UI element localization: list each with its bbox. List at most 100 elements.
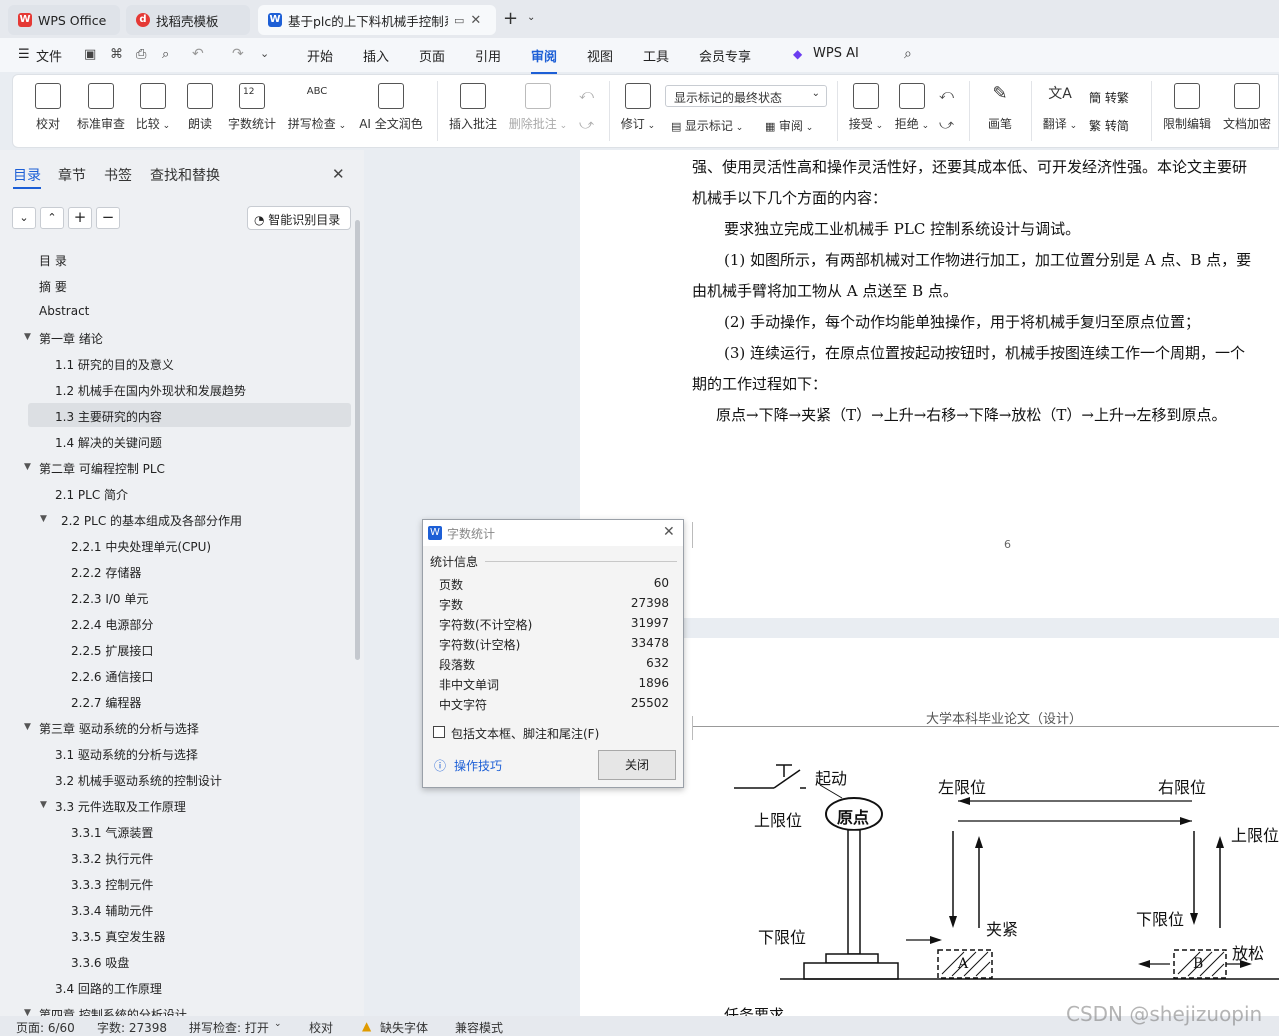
more-chevron-icon[interactable]: ⌄ [260,47,269,60]
menu-view[interactable]: 视图 [587,46,613,65]
menu-reference[interactable]: 引用 [475,46,501,65]
spell-check-indicator[interactable]: 拼写检查: 打开 [189,1019,269,1036]
document-page-7[interactable]: 大学本科毕业论文（设计） 起动 原点 上限位 下限位 左限位 右限位 夹紧 上限… [580,638,1279,1016]
save-icon[interactable]: ▣ [84,47,96,62]
tab-document[interactable]: W 基于plc的上下料机械手控制系 ▭ ✕ [258,5,496,35]
markup-mode-select[interactable]: 显示标记的最终状态 ⌄ [665,85,827,107]
expand-triangle-icon[interactable]: ▼ [24,332,31,342]
word-count-indicator[interactable]: 字数: 27398 [97,1019,167,1036]
hamburger-icon[interactable]: ☰ [18,47,30,62]
to-simplified-button[interactable]: 繁 转简 [1089,117,1129,134]
pen-button[interactable]: ✎ 画笔 [983,83,1017,132]
spell-check-button[interactable]: ABC 拼写检查 ⌄ [287,83,347,132]
toc-item-selected[interactable]: 1.3 主要研究的内容 [55,408,162,425]
print-icon[interactable]: ⎙ [136,47,146,62]
document-page-6[interactable]: 强、使用灵活性高和操作灵活性好，还要其成本低、可开发经济性强。本论文主要研 机械… [580,150,1279,618]
chevron-down-icon[interactable]: ⌄ [527,12,535,23]
menu-start[interactable]: 开始 [307,46,333,65]
chevron-down-icon[interactable]: ⌄ [274,1019,282,1029]
tab-bookmarks[interactable]: 书签 [104,165,132,185]
page-indicator[interactable]: 页面: 6/60 [16,1019,75,1036]
close-pane-icon[interactable]: ✕ [332,165,345,183]
toc-item[interactable]: 摘 要 [39,278,67,295]
expand-triangle-icon[interactable]: ▼ [24,722,31,732]
tab-toc[interactable]: 目录 [13,165,41,185]
undo-icon[interactable]: ↶ [192,46,204,62]
toc-item[interactable]: 3.3.5 真空发生器 [71,928,165,945]
insert-comment-button[interactable]: 插入批注 [447,83,499,132]
print-preview-icon[interactable]: ⌕ [162,47,169,62]
toc-item[interactable]: 第三章 驱动系统的分析与选择 [39,720,199,737]
close-tab-icon[interactable]: ✕ [470,13,481,28]
toc-item[interactable]: 目 录 [39,252,67,269]
toc-item[interactable]: 1.4 解决的关键问题 [55,434,162,451]
prev-change-icon[interactable]: ⤺ [939,87,954,103]
standard-review-button[interactable]: 标准审查 [75,83,127,132]
proofread-indicator[interactable]: 校对 [309,1019,333,1036]
translate-button[interactable]: 文A 翻译 ⌄ [1041,83,1079,132]
screen-icon[interactable]: ▭ [454,14,464,27]
toc-item[interactable]: 1.2 机械手在国内外现状和发展趋势 [55,382,246,399]
track-changes-button[interactable]: 修订 ⌄ [619,83,657,132]
menu-insert[interactable]: 插入 [363,46,389,65]
tab-chapters[interactable]: 章节 [58,165,86,185]
menu-review[interactable]: 审阅 [531,46,558,74]
smart-toc-button[interactable]: ◔ 智能识别目录 [247,206,351,230]
toc-item[interactable]: 2.2.4 电源部分 [71,616,153,633]
restrict-edit-button[interactable]: 限制编辑 [1161,83,1213,132]
tab-wps-office[interactable]: W WPS Office [8,5,120,35]
next-comment-icon[interactable]: ⤻ [579,117,594,133]
expand-triangle-icon[interactable]: ▼ [40,800,47,810]
reject-button[interactable]: 拒绝 ⌄ [893,83,931,132]
review-pane-button[interactable]: ▦ 审阅 ⌄ [765,117,813,134]
toc-item[interactable]: 2.2.5 扩展接口 [71,642,153,659]
close-icon[interactable]: ✕ [663,524,675,540]
toc-item[interactable]: 3.3.3 控制元件 [71,876,153,893]
compare-button[interactable]: 比较 ⌄ [135,83,171,132]
proofread-button[interactable]: 校对 [33,83,63,132]
toc-item[interactable]: 2.1 PLC 简介 [55,486,128,503]
toc-item[interactable]: 2.2.1 中央处理单元(CPU) [71,538,211,555]
delete-comment-button[interactable]: 删除批注 ⌄ [507,83,569,132]
toc-item[interactable]: 3.3.2 执行元件 [71,850,153,867]
missing-font-indicator[interactable]: 缺失字体 [380,1019,428,1036]
close-button[interactable]: 关闭 [598,750,676,780]
scrollbar-thumb[interactable] [355,220,360,660]
toc-item[interactable]: 2.2.2 存储器 [71,564,141,581]
tab-templates[interactable]: d 找稻壳模板 [126,5,250,35]
redo-icon[interactable]: ↷ [232,46,244,62]
accept-button[interactable]: 接受 ⌄ [847,83,885,132]
toc-item[interactable]: 3.3.6 吸盘 [71,954,129,971]
tips-link[interactable]: 操作技巧 [454,757,502,774]
toc-item[interactable]: 3.4 回路的工作原理 [55,980,162,997]
ai-polish-button[interactable]: AI 全文润色 [357,83,425,132]
collapse-button[interactable]: ⌄ [12,207,36,229]
remove-heading-button[interactable]: − [96,207,120,229]
word-count-button[interactable]: 12 字数统计 [227,83,277,132]
next-change-icon[interactable]: ⤻ [939,117,954,133]
menu-tools[interactable]: 工具 [643,46,669,65]
expand-triangle-icon[interactable]: ▼ [24,462,31,472]
prev-comment-icon[interactable]: ⤺ [579,87,594,103]
toc-item[interactable]: 2.2.7 编程器 [71,694,141,711]
expand-triangle-icon[interactable]: ▼ [40,514,47,524]
menu-member[interactable]: 会员专享 [699,46,751,65]
show-markup-button[interactable]: ▤ 显示标记 ⌄ [671,117,743,134]
toc-item[interactable]: Abstract [39,304,89,318]
search-icon[interactable]: ⌕ [904,46,912,62]
encrypt-doc-button[interactable]: 文档加密 [1221,83,1273,132]
toc-item[interactable]: 3.2 机械手驱动系统的控制设计 [55,772,222,789]
toc-item[interactable]: 3.3.1 气源装置 [71,824,153,841]
add-heading-button[interactable]: + [68,207,92,229]
menu-wps-ai[interactable]: WPS AI [813,46,859,61]
menu-file[interactable]: 文件 [36,46,62,65]
include-textbox-checkbox[interactable] [433,726,445,738]
toc-item[interactable]: 第四章 控制系统的分析设计 [39,1006,187,1016]
to-traditional-button[interactable]: 簡 转繁 [1089,89,1129,106]
toc-item[interactable]: 第二章 可编程控制 PLC [39,460,165,477]
toc-item[interactable]: 3.1 驱动系统的分析与选择 [55,746,198,763]
toc-item[interactable]: 第一章 绪论 [39,330,103,347]
read-aloud-button[interactable]: 朗读 [185,83,215,132]
toc-item[interactable]: 2.2.6 通信接口 [71,668,153,685]
toc-item[interactable]: 2.2.3 I/0 单元 [71,590,148,607]
